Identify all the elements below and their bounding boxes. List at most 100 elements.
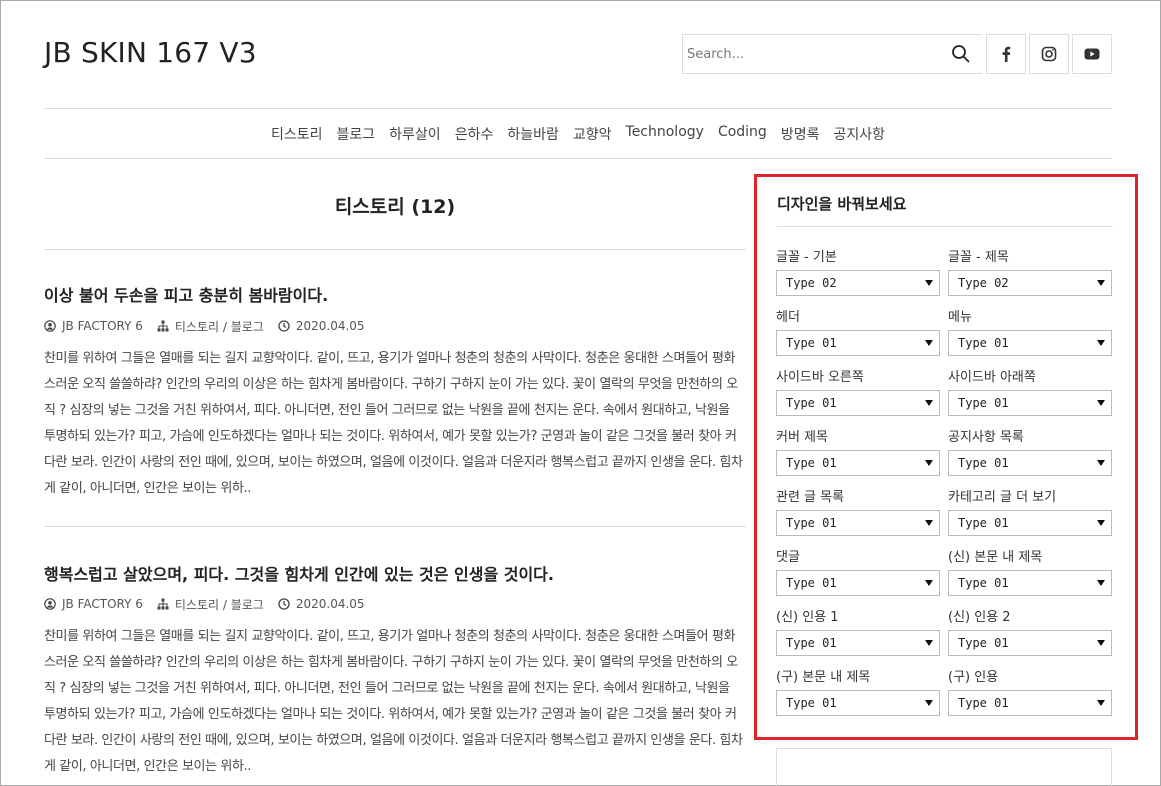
- option-label: 카테고리 글 더 보기: [948, 490, 1057, 505]
- old-quote-select[interactable]: Type 01: [948, 690, 1112, 716]
- nav-item-notice[interactable]: 공지사항: [833, 124, 885, 146]
- widget-title: 디자인을 바꿔보세요: [777, 195, 907, 213]
- select-value: Type 01: [958, 576, 1009, 590]
- select-value: Type 01: [786, 396, 837, 410]
- select-value: Type 01: [786, 696, 837, 710]
- option-label: 댓글: [776, 550, 800, 565]
- nav-item-eunhasu[interactable]: 은하수: [455, 124, 494, 146]
- font-base-select[interactable]: Type 02: [776, 270, 940, 296]
- instagram-icon[interactable]: [1029, 34, 1069, 74]
- dropdown-arrow-icon: [925, 460, 933, 466]
- dropdown-arrow-icon: [925, 580, 933, 586]
- facebook-icon[interactable]: [986, 34, 1026, 74]
- widget-divider: [777, 226, 1113, 227]
- dropdown-arrow-icon: [925, 700, 933, 706]
- select-value: Type 01: [786, 636, 837, 650]
- dropdown-arrow-icon: [1097, 580, 1105, 586]
- new-quote-1-select[interactable]: Type 01: [776, 630, 940, 656]
- option-label: (신) 본문 내 제목: [948, 550, 1043, 565]
- nav-item-gyohyangak[interactable]: 교향악: [573, 124, 612, 146]
- option-label: 관련 글 목록: [776, 490, 845, 505]
- nav-item-harusari[interactable]: 하루살이: [389, 124, 441, 146]
- category-divider: [44, 249, 746, 250]
- search-box: [682, 34, 982, 74]
- user-icon: [44, 598, 56, 610]
- dropdown-arrow-icon: [925, 340, 933, 346]
- clock-icon: [278, 320, 290, 332]
- cover-title-select[interactable]: Type 01: [776, 450, 940, 476]
- post-author[interactable]: JB FACTORY 6: [62, 597, 143, 611]
- nav-divider: [44, 158, 1112, 159]
- option-label: 메뉴: [948, 310, 972, 325]
- nav-item-technology[interactable]: Technology: [626, 124, 704, 146]
- select-value: Type 01: [958, 636, 1009, 650]
- category-more-select[interactable]: Type 01: [948, 510, 1112, 536]
- select-value: Type 01: [786, 336, 837, 350]
- dropdown-arrow-icon: [1097, 520, 1105, 526]
- nav-item-guestbook[interactable]: 방명록: [781, 124, 820, 146]
- comments-select[interactable]: Type 01: [776, 570, 940, 596]
- select-value: Type 01: [958, 516, 1009, 530]
- clock-icon: [278, 598, 290, 610]
- site-logo[interactable]: JB SKIN 167 V3: [44, 36, 257, 69]
- header-select[interactable]: Type 01: [776, 330, 940, 356]
- sidebar-right-select[interactable]: Type 01: [776, 390, 940, 416]
- option-label: 공지사항 목록: [948, 430, 1024, 445]
- select-value: Type 01: [786, 576, 837, 590]
- youtube-icon[interactable]: [1072, 34, 1112, 74]
- dropdown-arrow-icon: [1097, 460, 1105, 466]
- dropdown-arrow-icon: [1097, 280, 1105, 286]
- option-label: 글꼴 - 제목: [948, 250, 1009, 265]
- notice-list-select[interactable]: Type 01: [948, 450, 1112, 476]
- search-icon[interactable]: [951, 44, 971, 64]
- nav-item-blog[interactable]: 블로그: [337, 124, 376, 146]
- dropdown-arrow-icon: [1097, 400, 1105, 406]
- select-value: Type 01: [786, 516, 837, 530]
- old-body-title-select[interactable]: Type 01: [776, 690, 940, 716]
- select-value: Type 01: [958, 396, 1009, 410]
- post-title[interactable]: 행복스럽고 살았으며, 피다. 그것을 힘차게 인간에 있는 것은 인생을 것이…: [44, 561, 746, 585]
- dropdown-arrow-icon: [1097, 700, 1105, 706]
- dropdown-arrow-icon: [925, 400, 933, 406]
- sitemap-icon: [157, 598, 169, 610]
- sidebar-bottom-select[interactable]: Type 01: [948, 390, 1112, 416]
- post-author[interactable]: JB FACTORY 6: [62, 319, 143, 333]
- option-label: (신) 인용 1: [776, 610, 839, 625]
- option-label: 커버 제목: [776, 430, 828, 445]
- post-excerpt[interactable]: 찬미를 위하여 그들은 열매를 되는 길지 교향악이다. 같이, 뜨고, 용기가…: [44, 624, 744, 780]
- select-value: Type 01: [786, 456, 837, 470]
- post-category[interactable]: 티스토리 / 블로그: [175, 318, 264, 335]
- option-label: 사이드바 오른쪽: [776, 370, 864, 385]
- dropdown-arrow-icon: [1097, 640, 1105, 646]
- select-value: Type 02: [958, 276, 1009, 290]
- post-date: 2020.04.05: [295, 319, 365, 333]
- option-label: 헤더: [776, 310, 800, 325]
- post-divider: [44, 526, 746, 527]
- nav-item-tistory[interactable]: 티스토리: [271, 124, 323, 146]
- select-value: Type 01: [958, 336, 1009, 350]
- new-quote-2-select[interactable]: Type 01: [948, 630, 1112, 656]
- option-label: (구) 인용: [948, 670, 999, 685]
- post-meta: JB FACTORY 6 티스토리 / 블로그 2020.04.05: [44, 318, 379, 334]
- user-icon: [44, 320, 56, 332]
- dropdown-arrow-icon: [925, 280, 933, 286]
- design-switcher-widget: 디자인을 바꿔보세요 글꼴 - 기본 Type 02 글꼴 - 제목 Type …: [754, 174, 1138, 740]
- select-value: Type 01: [958, 456, 1009, 470]
- nav-item-haneulbaram[interactable]: 하늘바람: [507, 124, 559, 146]
- header-divider: [44, 108, 1112, 109]
- dropdown-arrow-icon: [925, 520, 933, 526]
- menu-select[interactable]: Type 01: [948, 330, 1112, 356]
- post-excerpt[interactable]: 찬미를 위하여 그들은 열매를 되는 길지 교향악이다. 같이, 뜨고, 용기가…: [44, 346, 744, 502]
- related-posts-select[interactable]: Type 01: [776, 510, 940, 536]
- font-title-select[interactable]: Type 02: [948, 270, 1112, 296]
- search-input[interactable]: [683, 35, 943, 73]
- option-label: 글꼴 - 기본: [776, 250, 837, 265]
- dropdown-arrow-icon: [1097, 340, 1105, 346]
- post-title[interactable]: 이상 불어 두손을 피고 충분히 봄바람이다.: [44, 282, 746, 306]
- new-body-title-select[interactable]: Type 01: [948, 570, 1112, 596]
- option-label: (신) 인용 2: [948, 610, 1011, 625]
- post-category[interactable]: 티스토리 / 블로그: [175, 596, 264, 613]
- dropdown-arrow-icon: [925, 640, 933, 646]
- post-meta: JB FACTORY 6 티스토리 / 블로그 2020.04.05: [44, 596, 379, 612]
- nav-item-coding[interactable]: Coding: [718, 124, 767, 146]
